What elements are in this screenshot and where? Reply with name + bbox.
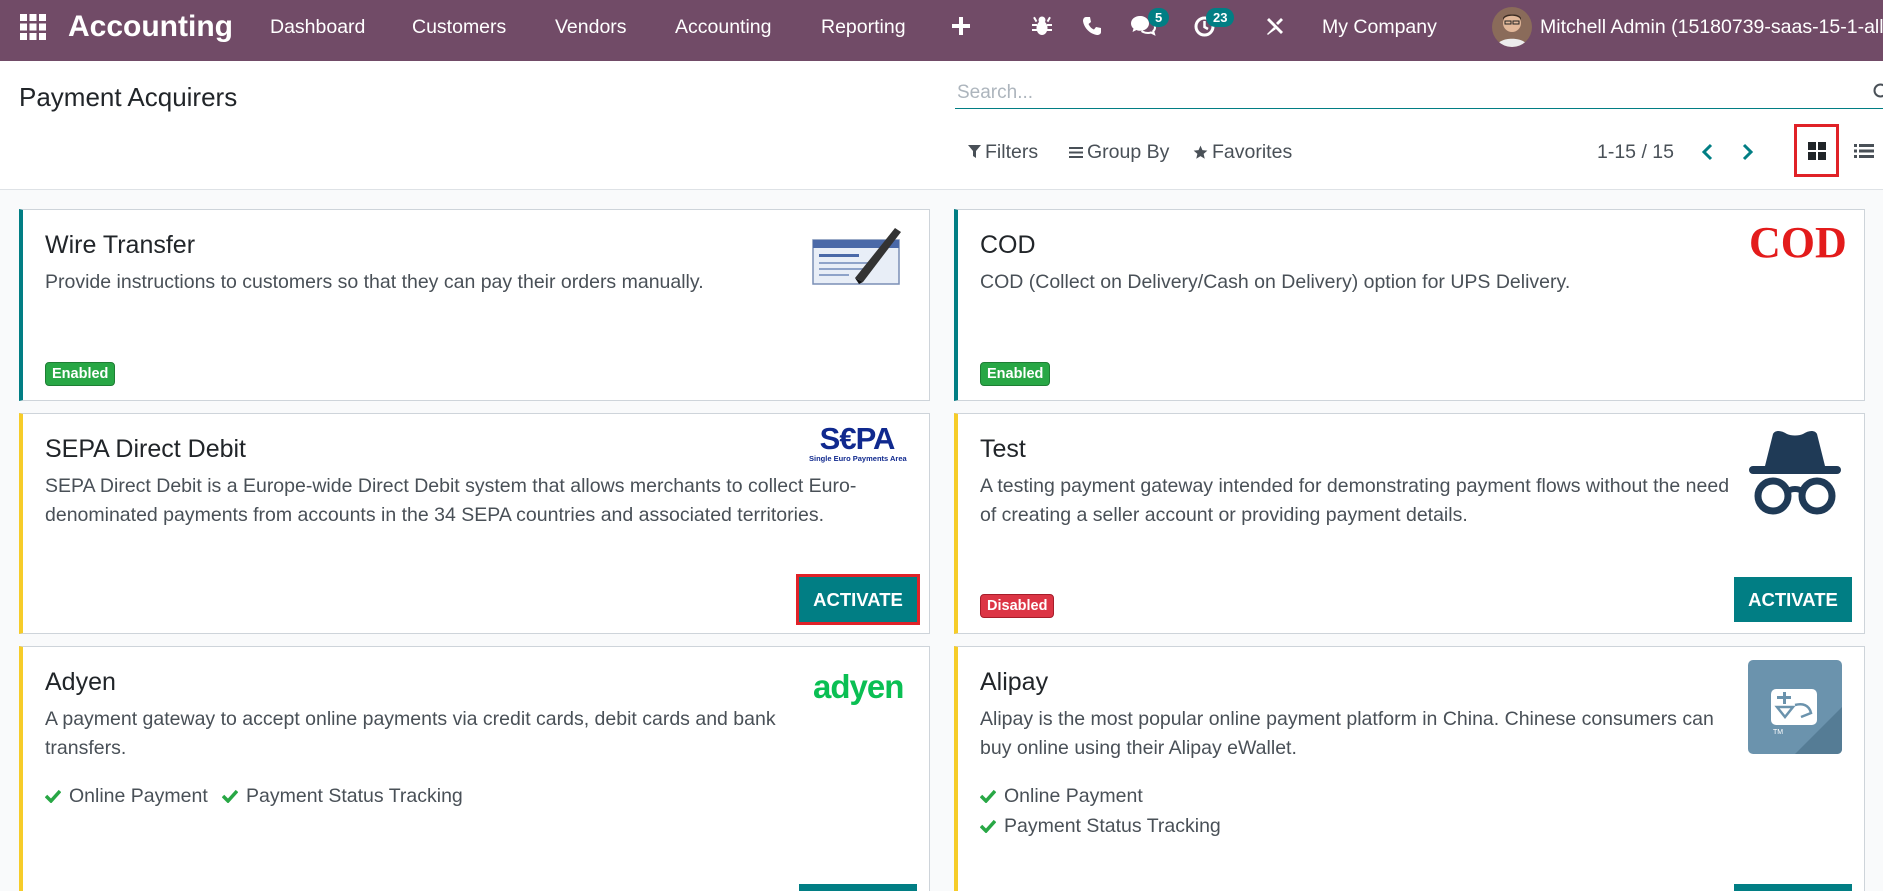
feature-label: Payment Status Tracking xyxy=(1004,815,1221,837)
card-description-line: buy online using their Alipay eWallet. xyxy=(980,737,1297,759)
activate-button-partial[interactable] xyxy=(1734,884,1852,891)
sepa-logo-text: S€PA xyxy=(819,421,896,456)
apps-grid-icon[interactable] xyxy=(20,14,46,40)
search-icon[interactable] xyxy=(1873,83,1883,101)
user-menu[interactable]: Mitchell Admin (15180739-saas-15-1-all xyxy=(1540,16,1883,38)
card-description-line: A testing payment gateway intended for d… xyxy=(980,475,1730,497)
filter-icon xyxy=(968,145,981,158)
pager-value[interactable]: 1-15 / 15 xyxy=(1597,141,1674,163)
card-title: COD xyxy=(980,231,1036,259)
card-title: Alipay xyxy=(980,668,1049,696)
app-title[interactable]: Accounting xyxy=(68,10,233,44)
card-description: A payment gateway to accept online payme… xyxy=(45,705,776,763)
list-view-button[interactable] xyxy=(1845,124,1883,177)
card-title: SEPA Direct Debit xyxy=(45,435,247,463)
activate-button-partial[interactable] xyxy=(799,884,917,891)
card-description: SEPA Direct Debit is a Europe-wide Direc… xyxy=(45,472,856,530)
star-icon xyxy=(1193,145,1208,159)
card-description: COD (Collect on Delivery/Cash on Deliver… xyxy=(980,271,1571,293)
incognito-icon xyxy=(1749,431,1841,515)
alipay-icon: TM xyxy=(1748,660,1842,754)
card-description-line: denominated payments from accounts in th… xyxy=(45,504,824,526)
bug-icon[interactable] xyxy=(1032,15,1052,37)
menu-reporting[interactable]: Reporting xyxy=(821,16,906,38)
feature-label: Online Payment xyxy=(1004,785,1143,807)
status-badge-disabled: Disabled xyxy=(980,594,1055,618)
activate-button[interactable]: ACTIVATE xyxy=(796,574,920,625)
card-description: Provide instructions to customers so tha… xyxy=(45,271,704,293)
filters-label: Filters xyxy=(985,141,1039,163)
sepa-logo-subtext: Single Euro Payments Area xyxy=(809,454,907,463)
pager-next-button[interactable] xyxy=(1735,139,1761,165)
favorites-label: Favorites xyxy=(1212,141,1293,163)
feature-item: Payment Status Tracking xyxy=(980,815,1221,837)
group-by-label: Group By xyxy=(1087,141,1170,163)
phone-icon[interactable] xyxy=(1082,16,1102,36)
filters-button[interactable]: Filters xyxy=(968,141,1038,163)
activity-count-badge: 23 xyxy=(1206,8,1235,27)
feature-item: Payment Status Tracking xyxy=(222,785,463,807)
pager-previous-button[interactable] xyxy=(1694,139,1720,165)
menu-dashboard[interactable]: Dashboard xyxy=(270,16,365,38)
group-by-icon xyxy=(1069,146,1083,158)
cheque-icon xyxy=(812,228,901,285)
activate-button[interactable]: ACTIVATE xyxy=(1734,577,1852,622)
plus-icon[interactable] xyxy=(952,17,970,35)
user-avatar[interactable] xyxy=(1492,7,1532,47)
kanban-view-button[interactable] xyxy=(1794,124,1839,177)
feature-item: Online Payment xyxy=(45,785,208,807)
check-icon xyxy=(45,789,61,803)
card-description-line: of creating a seller account or providin… xyxy=(980,504,1468,526)
search-input[interactable] xyxy=(955,77,1883,109)
status-badge-enabled: Enabled xyxy=(45,362,116,386)
card-title: Test xyxy=(980,435,1026,463)
check-icon xyxy=(980,819,996,833)
chevron-left-icon xyxy=(1701,143,1713,161)
tools-icon[interactable] xyxy=(1265,16,1285,36)
menu-accounting[interactable]: Accounting xyxy=(675,16,771,38)
feature-label: Payment Status Tracking xyxy=(246,785,463,807)
menu-customers[interactable]: Customers xyxy=(412,16,506,38)
favorites-button[interactable]: Favorites xyxy=(1193,141,1292,163)
card-title: Adyen xyxy=(45,668,116,696)
svg-text:TM: TM xyxy=(1773,729,1783,736)
card-description-line: Alipay is the most popular online paymen… xyxy=(980,708,1714,730)
check-icon xyxy=(980,789,996,803)
kanban-grid-icon xyxy=(1807,141,1826,160)
adyen-logo: adyen xyxy=(813,668,904,705)
page-title: Payment Acquirers xyxy=(19,82,238,112)
kanban-card-adyen[interactable]: Adyen A payment gateway to accept online… xyxy=(19,646,930,891)
group-by-button[interactable]: Group By xyxy=(1069,141,1169,163)
card-description: Alipay is the most popular online paymen… xyxy=(980,705,1714,763)
kanban-card-cod[interactable]: COD COD (Collect on Delivery/Cash on Del… xyxy=(954,209,1865,401)
menu-vendors[interactable]: Vendors xyxy=(555,16,627,38)
kanban-card-alipay[interactable]: Alipay Alipay is the most popular online… xyxy=(954,646,1865,891)
kanban-card-sepa-direct-debit[interactable]: SEPA Direct Debit SEPA Direct Debit is a… xyxy=(19,413,930,634)
chevron-right-icon xyxy=(1742,143,1754,161)
card-description-line: A payment gateway to accept online payme… xyxy=(45,708,776,730)
card-description: A testing payment gateway intended for d… xyxy=(980,472,1729,530)
feature-item: Online Payment xyxy=(980,785,1143,807)
card-description-line: transfers. xyxy=(45,737,127,759)
sepa-logo: S€PA Single Euro Payments Area xyxy=(809,421,907,463)
feature-label: Online Payment xyxy=(69,785,208,807)
control-panel: Payment Acquirers Filters Group By Favor… xyxy=(0,61,1883,190)
cod-logo: COD xyxy=(1749,218,1847,267)
card-title: Wire Transfer xyxy=(45,231,196,259)
check-icon xyxy=(222,789,238,803)
list-icon xyxy=(1854,143,1874,158)
kanban-card-wire-transfer[interactable]: Wire Transfer Provide instructions to cu… xyxy=(19,209,930,401)
top-navbar: Accounting Dashboard Customers Vendors A… xyxy=(0,0,1883,61)
kanban-card-test[interactable]: Test A testing payment gateway intended … xyxy=(954,413,1865,634)
status-badge-enabled: Enabled xyxy=(980,362,1051,386)
company-switcher[interactable]: My Company xyxy=(1322,16,1437,38)
card-description-line: SEPA Direct Debit is a Europe-wide Direc… xyxy=(45,475,857,497)
chat-count-badge: 5 xyxy=(1148,8,1170,27)
